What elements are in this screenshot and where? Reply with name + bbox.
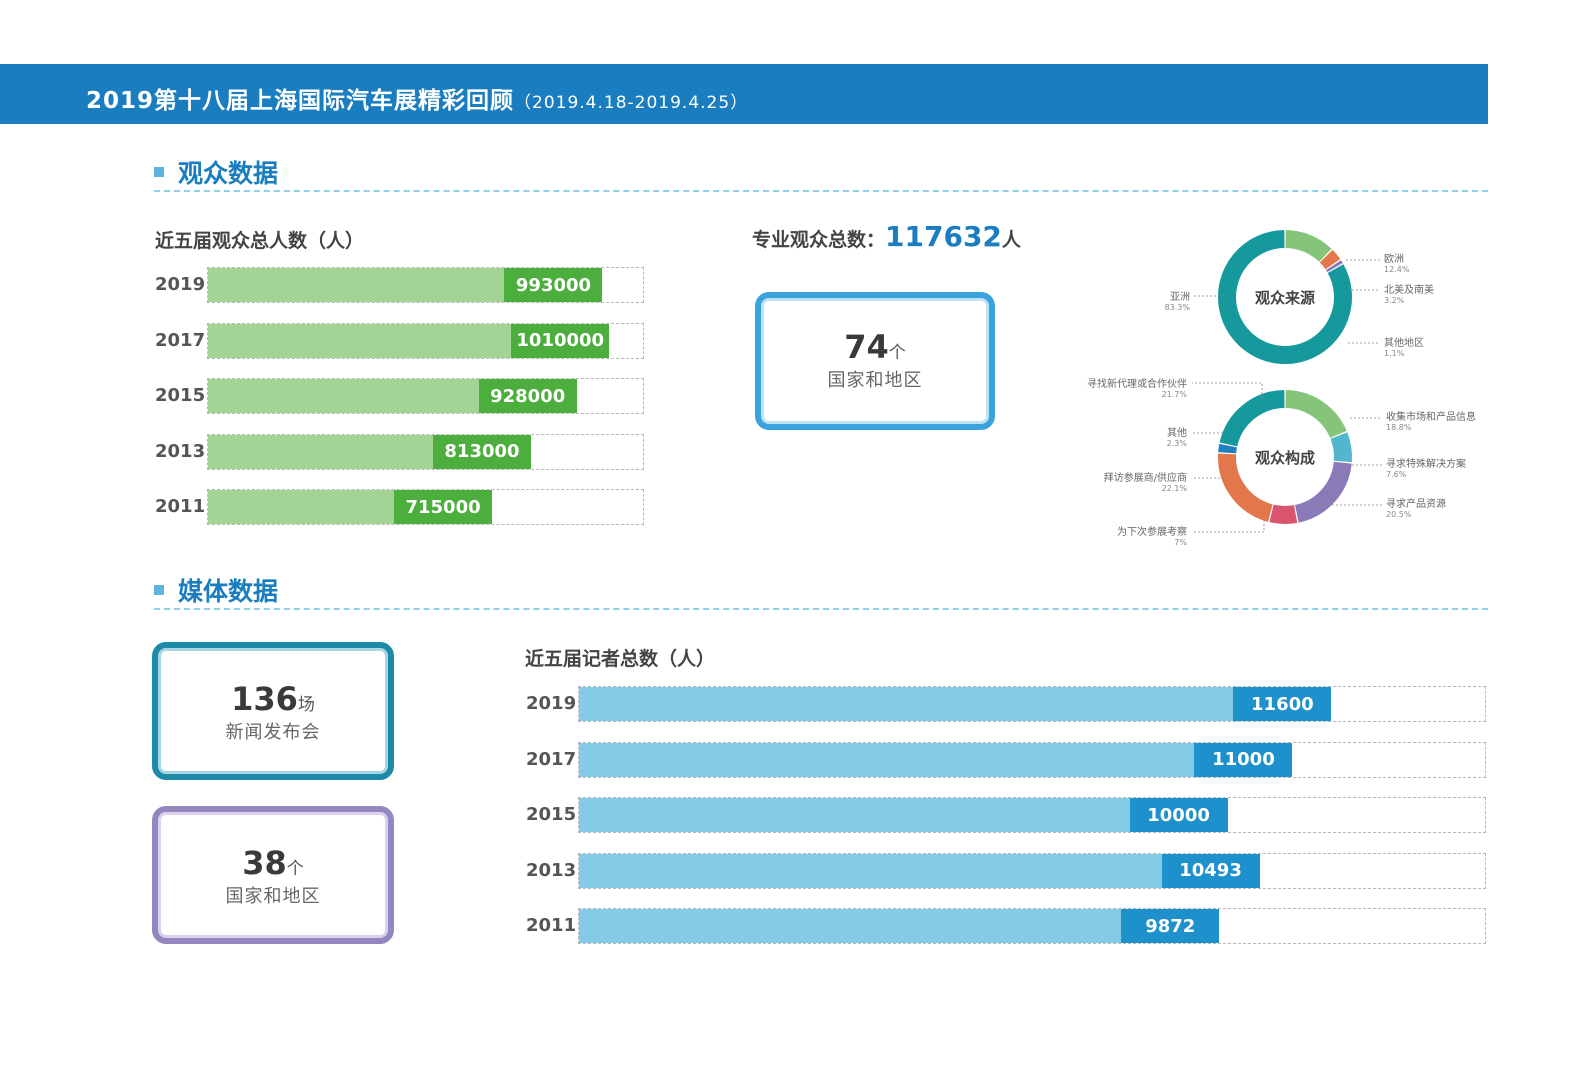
composition-slice (1330, 432, 1352, 463)
media-bar-value: 10000 (1129, 798, 1228, 832)
media-year-label: 2015 (526, 804, 577, 825)
media-year-label: 2013 (526, 859, 577, 881)
composition-slice-percent: 7% (1174, 538, 1187, 547)
source-slice-label: 亚洲 (1170, 291, 1190, 303)
composition-center-title: 观众构成 (1255, 449, 1315, 467)
composition-slice-label: 寻求产品资源 (1386, 497, 1446, 510)
source-slice-percent: 3.2% (1384, 296, 1405, 305)
composition-slice-label: 拜访参展商/供应商 (1104, 471, 1187, 484)
press-conference-figure: 136场 (158, 680, 388, 718)
press-conference-number: 136 (231, 680, 298, 718)
media-bar-track: 10493 (578, 852, 1486, 889)
media-bar (579, 853, 1260, 888)
composition-slice-label: 为下次参展考察 (1117, 525, 1187, 538)
section-media-title: 媒体数据 (178, 577, 279, 606)
media-year-label: 2019 (526, 693, 577, 714)
source-slice (1319, 249, 1341, 270)
media-bar (579, 687, 1332, 721)
source-slice-label: 北美及南美 (1384, 283, 1434, 296)
media-countries-box: 38个 国家和地区 (152, 806, 394, 944)
press-conference-unit: 场 (297, 695, 315, 715)
source-slice (1285, 230, 1332, 263)
composition-slice-label: 寻求特殊解决方案 (1386, 457, 1466, 470)
media-countries-unit: 个 (286, 859, 304, 879)
source-slice-percent: 12.4% (1384, 265, 1410, 274)
composition-slice (1219, 390, 1285, 447)
media-bar (579, 742, 1293, 777)
source-center-title: 观众来源 (1255, 289, 1315, 307)
composition-slice-percent: 2.3% (1167, 439, 1188, 448)
source-slice-label: 其他地区 (1384, 336, 1424, 349)
composition-slice (1218, 443, 1237, 454)
media-bar-value: 11600 (1233, 687, 1332, 721)
media-countries-label: 国家和地区 (225, 886, 321, 907)
composition-slice-percent: 18.8% (1386, 423, 1412, 432)
media-bar-track: 11600 (578, 686, 1486, 722)
source-slice-percent: 83.3% (1165, 303, 1191, 312)
media-year-label: 2011 (526, 915, 577, 936)
media-chart-title: 近五届记者总数（人） (525, 648, 716, 670)
media-countries-figure: 38个 (158, 844, 388, 882)
source-slice-percent: 1.1% (1384, 349, 1405, 358)
source-slice (1325, 260, 1343, 273)
composition-slice (1269, 504, 1298, 524)
media-bar-value: 9872 (1121, 909, 1220, 943)
composition-slice-percent: 7.6% (1386, 470, 1407, 479)
press-conference-box: 136场 新闻发布会 (152, 642, 394, 780)
section-media: 媒体数据 (154, 572, 1488, 610)
composition-slice-percent: 22.1% (1162, 484, 1188, 493)
media-bar-value: 11000 (1194, 742, 1293, 777)
media-countries-number: 38 (242, 844, 287, 882)
composition-slice-label: 寻找新代理或合作伙伴 (1087, 377, 1187, 390)
composition-slice-label: 其他 (1167, 426, 1187, 439)
media-bar-value: 10493 (1161, 853, 1260, 888)
composition-slice-percent: 20.5% (1386, 510, 1412, 519)
section-marker (154, 585, 164, 595)
composition-slice (1294, 461, 1352, 523)
composition-leader-line (1192, 520, 1265, 533)
media-year-label: 2017 (526, 748, 577, 770)
composition-slice (1285, 390, 1347, 439)
press-conference-label: 新闻发布会 (225, 722, 321, 743)
composition-slice-percent: 21.7% (1162, 390, 1188, 399)
media-bar-track: 9872 (578, 908, 1486, 944)
media-bar-track: 10000 (578, 797, 1486, 833)
source-slice-label: 欧洲 (1384, 253, 1404, 265)
media-bar-track: 11000 (578, 741, 1486, 778)
composition-leader-line (1192, 382, 1263, 398)
composition-slice-label: 收集市场和产品信息 (1386, 410, 1476, 423)
